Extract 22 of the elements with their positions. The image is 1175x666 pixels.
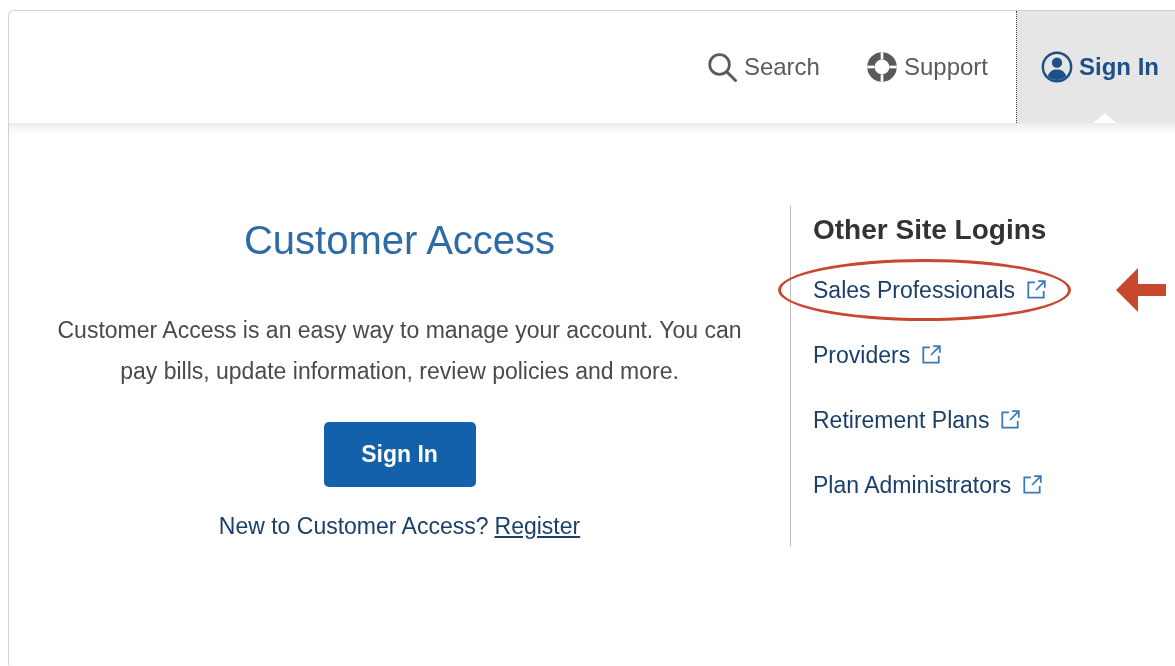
pointer-arrow — [1116, 268, 1166, 312]
nav-tab[interactable]: Search — [679, 11, 840, 123]
pointer-notch — [1093, 113, 1117, 123]
nav-tab[interactable]: Sign In — [1016, 11, 1175, 123]
external-link-icon — [999, 409, 1022, 431]
site-login-link[interactable]: Retirement Plans — [813, 405, 990, 435]
external-link-icon — [1025, 279, 1047, 301]
sign-in-button[interactable]: Sign In — [323, 422, 476, 487]
section-title: Customer Access — [243, 217, 556, 264]
external-link-icon — [1021, 474, 1044, 496]
register-prompt: New to Customer Access? — [218, 512, 489, 541]
nav-tab[interactable]: Support — [839, 11, 1008, 123]
external-link-icon — [920, 344, 943, 366]
description-text: Customer Access is an easy way to manage your account. You can pay bills, update information, review policies and more. — [56, 316, 743, 386]
site-login-link[interactable]: Plan Administrators — [813, 470, 1012, 500]
search-icon — [705, 51, 738, 83]
lifebuoy-icon — [865, 51, 898, 83]
section-heading: Other Site Logins — [813, 213, 1047, 247]
register-link[interactable]: Register — [494, 511, 581, 541]
site-login-link[interactable]: Sales Professionals — [813, 275, 1015, 305]
user-icon — [1041, 51, 1073, 83]
site-login-link[interactable]: Providers — [813, 340, 911, 370]
